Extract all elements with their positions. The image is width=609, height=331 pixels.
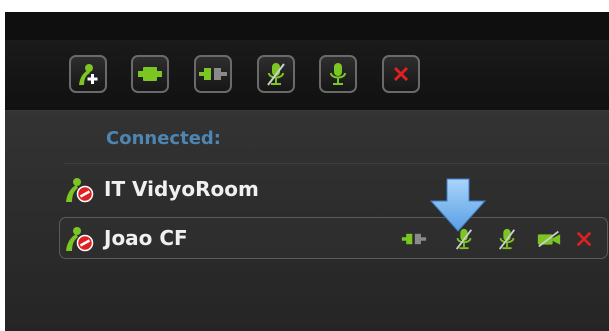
section-label-connected: Connected:	[106, 128, 221, 149]
row-disconnect-participant-button[interactable]	[571, 227, 597, 251]
participants-panel: Connected: IT VidyoRoom Joao CF	[5, 111, 609, 331]
conference-panel: Connected: IT VidyoRoom Joao CF	[5, 12, 609, 331]
disconnect-button[interactable]	[194, 55, 232, 93]
close-x-icon	[393, 66, 409, 82]
plug-connected-icon	[138, 67, 162, 81]
close-button[interactable]	[382, 55, 420, 93]
add-participant-button[interactable]	[69, 55, 107, 93]
arrow-down-icon	[429, 178, 487, 232]
participant-row[interactable]: IT VidyoRoom	[60, 169, 609, 211]
title-strip	[5, 12, 609, 40]
plug-disconnected-icon	[199, 68, 227, 80]
row-disconnect-button[interactable]	[401, 227, 427, 251]
connect-button[interactable]	[131, 55, 169, 93]
add-user-icon	[79, 64, 98, 85]
participant-status-icon	[66, 178, 94, 203]
microphone-icon	[330, 63, 346, 85]
row-video-off-button[interactable]	[536, 227, 562, 251]
participant-status-icon	[66, 227, 94, 252]
microphone-muted-icon	[498, 228, 516, 250]
row-mute-microphone-button-2[interactable]	[494, 227, 520, 251]
participant-row-selected[interactable]: Joao CF	[59, 217, 608, 259]
microphone-button[interactable]	[319, 55, 357, 93]
participant-name: IT VidyoRoom	[104, 177, 259, 201]
divider	[63, 163, 609, 164]
participant-name: Joao CF	[104, 226, 188, 250]
toolbar	[5, 40, 609, 111]
microphone-muted-icon	[267, 63, 285, 86]
plug-disconnected-icon	[401, 233, 427, 245]
close-x-icon	[576, 231, 592, 247]
mute-microphone-button[interactable]	[257, 55, 295, 93]
video-camera-off-icon	[537, 230, 561, 248]
